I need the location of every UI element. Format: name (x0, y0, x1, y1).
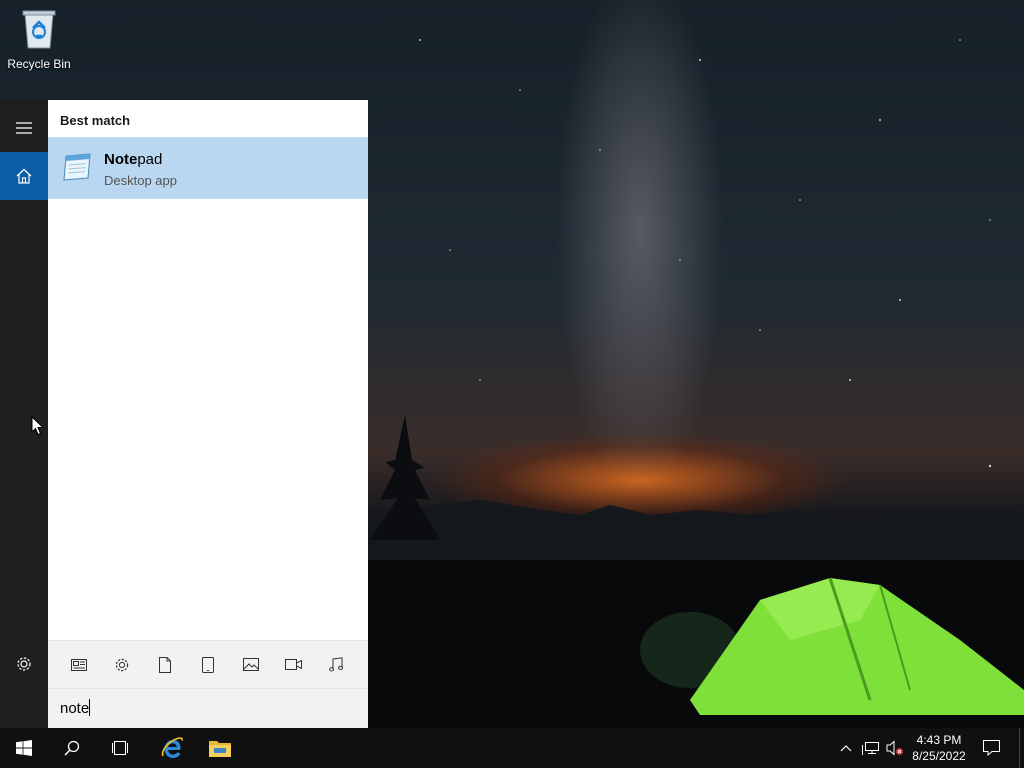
clock[interactable]: 4:43 PM 8/25/2022 (904, 732, 974, 764)
notepad-icon (63, 153, 91, 181)
filter-news-button[interactable] (64, 650, 94, 680)
mouse-pointer-icon (31, 416, 45, 436)
result-subtitle: Desktop app (104, 173, 177, 188)
filter-apps-button[interactable] (193, 650, 223, 680)
taskbar-app-file-explorer[interactable] (196, 728, 244, 768)
search-icon (64, 740, 80, 756)
expand-menu-button[interactable] (0, 104, 48, 152)
action-center-button[interactable] (978, 728, 1004, 768)
gear-icon (116, 658, 129, 671)
volume-button[interactable] (884, 728, 906, 768)
notification-icon (982, 740, 1000, 756)
video-icon (285, 659, 303, 670)
clock-time: 4:43 PM (916, 733, 962, 747)
hamburger-menu-icon (16, 122, 32, 134)
filter-documents-button[interactable] (150, 650, 180, 680)
file-explorer-icon (209, 741, 231, 757)
taskbar-search-button[interactable] (48, 728, 96, 768)
gear-icon (17, 657, 31, 671)
desktop-icon-recycle-bin[interactable]: Recycle Bin (4, 6, 74, 71)
show-hidden-icons-button[interactable] (836, 728, 856, 768)
settings-button[interactable] (0, 640, 48, 688)
filter-settings-button[interactable] (107, 650, 137, 680)
tablet-icon (201, 656, 214, 673)
result-name-match: Note (104, 151, 138, 168)
search-results-panel: Best match Notepad Desktop app note (48, 100, 368, 728)
filter-videos-button[interactable] (279, 650, 309, 680)
image-icon (242, 658, 259, 671)
task-view-icon (112, 741, 128, 755)
result-name-rest: pad (137, 151, 163, 168)
chevron-up-icon (840, 745, 852, 752)
filter-music-button[interactable] (321, 650, 351, 680)
search-filter-bar (48, 640, 368, 688)
taskbar: 4:43 PM 8/25/2022 (0, 728, 1024, 768)
best-match-result-notepad[interactable]: Notepad Desktop app (48, 137, 368, 199)
search-input-value: note (60, 700, 90, 717)
news-icon (71, 658, 88, 671)
music-icon (329, 657, 344, 672)
start-button[interactable] (0, 728, 48, 768)
clock-date: 8/25/2022 (912, 749, 966, 763)
show-desktop-button[interactable] (1019, 728, 1024, 768)
volume-muted-icon (886, 740, 903, 756)
result-name: Notepad (104, 151, 162, 168)
search-input[interactable]: note (48, 688, 368, 728)
recycle-bin-icon (22, 10, 56, 49)
start-menu-rail (0, 100, 48, 728)
section-title-best-match: Best match (60, 113, 131, 128)
network-icon (862, 741, 879, 755)
home-icon (16, 168, 32, 184)
network-status-button[interactable] (860, 728, 882, 768)
internet-explorer-icon (161, 737, 183, 758)
desktop-icon-label: Recycle Bin (7, 57, 71, 71)
home-button[interactable] (0, 152, 48, 200)
windows-start-icon (16, 740, 32, 756)
filter-photos-button[interactable] (236, 650, 266, 680)
task-view-button[interactable] (96, 728, 144, 768)
taskbar-app-internet-explorer[interactable] (148, 728, 196, 768)
text-caret (89, 699, 91, 716)
document-icon (159, 656, 172, 673)
